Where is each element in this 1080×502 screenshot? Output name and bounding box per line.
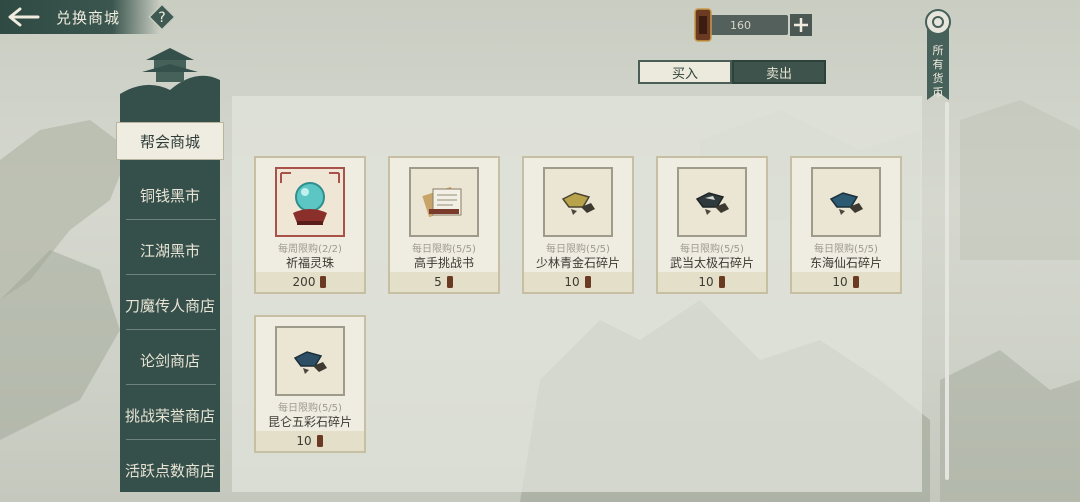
item-name: 祈福灵珠: [285, 256, 334, 270]
trade-tabs: 买入 卖出: [638, 60, 826, 84]
item-image: [409, 167, 479, 237]
sidebar-divider: [126, 384, 216, 385]
item-name: 少林青金石碎片: [535, 256, 620, 270]
coin-token-icon: [316, 435, 323, 447]
sidebar-item-challenge-honor-shop[interactable]: 挑战荣誉商店: [120, 388, 220, 442]
item-image: [543, 167, 613, 237]
sidebar-divider: [126, 219, 216, 220]
shop-item-card[interactable]: 每日限购(5/5) 东海仙石碎片 10: [790, 156, 902, 294]
shop-item-card[interactable]: 每周限购(2/2) 祈福灵珠 200: [254, 156, 366, 294]
all-currency-label-1: 所: [933, 44, 944, 57]
coin-token-icon: [320, 276, 327, 288]
item-price: 10: [256, 431, 364, 451]
sidebar-item-guild-shop[interactable]: 帮会商城: [116, 122, 224, 160]
item-name: 高手挑战书: [413, 256, 474, 270]
pagoda-decoration: [120, 48, 220, 112]
crystal-orb-icon: [280, 172, 340, 225]
item-image: [811, 167, 881, 237]
purchase-limit: 每日限购(5/5): [814, 244, 878, 255]
item-name: 昆仑五彩石碎片: [267, 415, 352, 429]
help-button[interactable]: ?: [148, 3, 176, 31]
svg-text:?: ?: [158, 10, 165, 26]
page-title: 兑换商城: [56, 8, 121, 27]
stone-shard-icon: [561, 192, 595, 215]
sidebar-divider: [126, 329, 216, 330]
all-currency-label-4: 币: [933, 86, 944, 99]
currency-display: 160: [692, 6, 812, 44]
purchase-limit: 每日限购(5/5): [546, 244, 610, 255]
coin-token-icon: [584, 276, 591, 288]
item-name: 武当太极石碎片: [669, 256, 754, 270]
stone-shard-icon: [293, 351, 327, 374]
price-value: 10: [296, 434, 312, 448]
item-price: 200: [256, 272, 364, 292]
price-value: 5: [434, 275, 442, 289]
shop-item-card[interactable]: 每日限购(5/5) 高手挑战书 5: [388, 156, 500, 294]
sidebar-item-jianghu-black-market[interactable]: 江湖黑市: [120, 223, 220, 277]
all-currency-label-3: 货: [933, 71, 944, 85]
stone-shard-icon: [829, 192, 863, 215]
sidebar-item-copper-black-market[interactable]: 铜钱黑市: [120, 168, 220, 222]
price-value: 10: [698, 275, 714, 289]
item-image: [275, 167, 345, 237]
all-currency-banner: 所 有 货 币: [925, 9, 951, 100]
shop-item-card[interactable]: 每日限购(5/5) 昆仑五彩石碎片 10: [254, 315, 366, 453]
sidebar-item-activity-points-shop[interactable]: 活跃点数商店: [120, 443, 220, 497]
tab-buy[interactable]: 买入: [638, 60, 732, 84]
coin-token-icon: [446, 276, 453, 288]
sidebar-divider: [126, 274, 216, 275]
sidebar-divider: [126, 439, 216, 440]
shop-item-card[interactable]: 每日限购(5/5) 武当太极石碎片 10: [656, 156, 768, 294]
coin-token-icon: [694, 8, 712, 42]
question-icon: ?: [148, 3, 176, 31]
coin-token-icon: [852, 276, 859, 288]
item-price: 10: [792, 272, 900, 292]
item-image: [275, 326, 345, 396]
sidebar-item-blade-demon-shop[interactable]: 刀魔传人商店: [120, 278, 220, 332]
purchase-limit: 每日限购(5/5): [412, 244, 476, 255]
price-value: 10: [564, 275, 580, 289]
purchase-limit: 每日限购(5/5): [278, 403, 342, 414]
scrollbar[interactable]: [945, 102, 949, 480]
purchase-limit: 每日限购(5/5): [680, 244, 744, 255]
top-bar: 兑换商城: [0, 0, 160, 34]
plus-icon: [794, 18, 808, 32]
scroll-book-icon: [422, 186, 462, 218]
item-price: 10: [658, 272, 766, 292]
item-name: 东海仙石碎片: [809, 256, 882, 270]
price-value: 200: [292, 275, 316, 289]
item-price: 10: [524, 272, 632, 292]
price-value: 10: [832, 275, 848, 289]
tab-sell[interactable]: 卖出: [732, 60, 826, 84]
add-currency-button[interactable]: [790, 14, 812, 36]
back-arrow-icon: [8, 7, 40, 27]
purchase-limit: 每周限购(2/2): [278, 244, 342, 255]
item-image: [677, 167, 747, 237]
back-button[interactable]: [0, 2, 46, 32]
sidebar-item-sword-duel-shop[interactable]: 论剑商店: [120, 333, 220, 387]
all-currency-tab[interactable]: 所 有 货 币: [921, 6, 955, 106]
stone-shard-icon: [695, 192, 729, 215]
item-price: 5: [390, 272, 498, 292]
coin-token-icon: [718, 276, 725, 288]
currency-amount: 160: [708, 15, 788, 35]
shop-item-card[interactable]: 每日限购(5/5) 少林青金石碎片 10: [522, 156, 634, 294]
all-currency-label-2: 有: [933, 57, 944, 71]
